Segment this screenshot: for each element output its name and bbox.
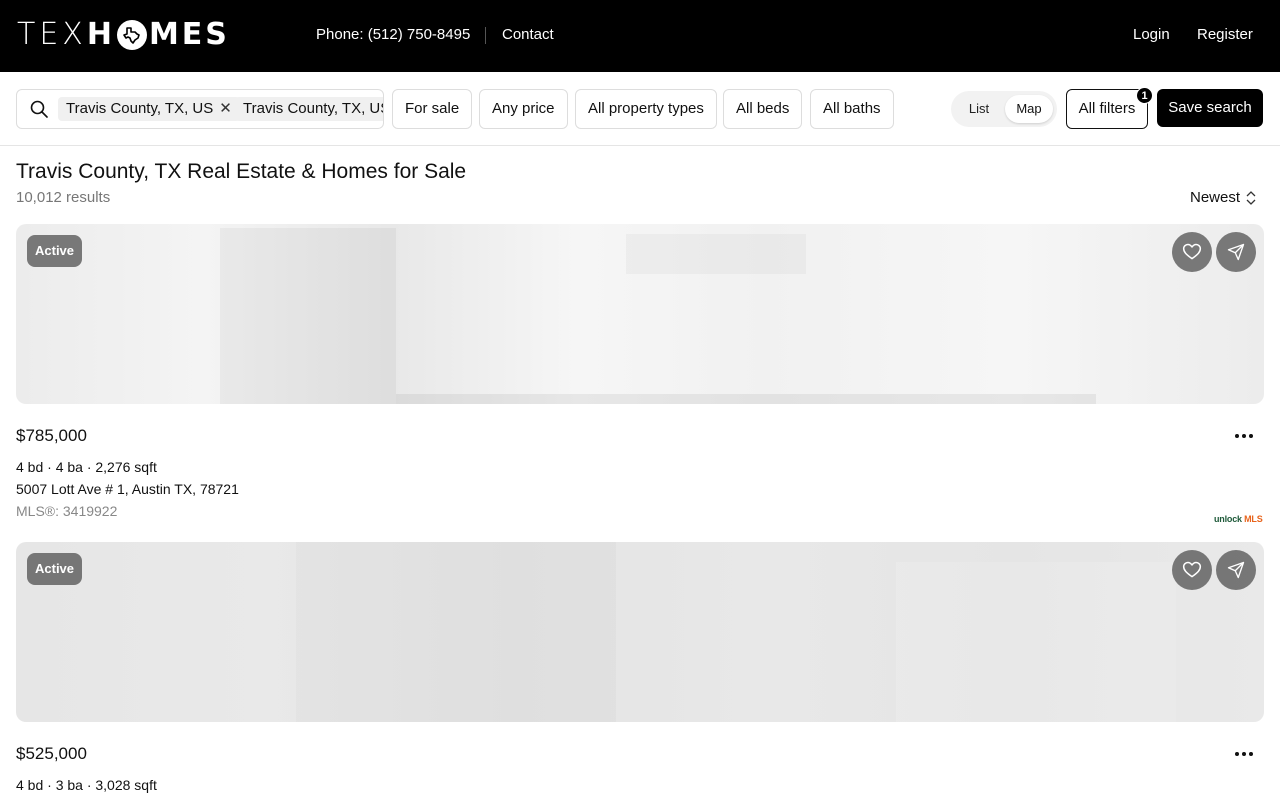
- send-icon: [1227, 561, 1245, 579]
- close-icon[interactable]: ✕: [219, 97, 232, 121]
- location-chip-label: Travis County, TX, US: [66, 100, 214, 117]
- register-link[interactable]: Register: [1197, 26, 1253, 43]
- sort-label: Newest: [1190, 189, 1241, 206]
- page-title: Travis County, TX Real Estate & Homes fo…: [16, 160, 467, 183]
- logo-homes-text: H MES: [87, 19, 230, 51]
- share-button[interactable]: [1216, 550, 1256, 590]
- heart-icon: [1182, 561, 1202, 578]
- phone-link[interactable]: Phone: (512) 750-8495: [316, 26, 470, 43]
- listing-specs: 4 bd · 3 ba · 3,028 sqft: [16, 777, 157, 793]
- sort-dropdown[interactable]: Newest: [1190, 189, 1256, 206]
- filter-bar: Travis County, TX, US ✕ Travis County, T…: [0, 72, 1280, 146]
- favorite-button[interactable]: [1172, 550, 1212, 590]
- listing-type-dropdown[interactable]: For sale: [392, 89, 473, 129]
- beds-dropdown[interactable]: All beds: [723, 89, 803, 129]
- more-options-icon[interactable]: [1234, 744, 1254, 764]
- map-view-button[interactable]: Map: [1005, 95, 1053, 123]
- location-chip[interactable]: Travis County, TX, US ✕: [58, 97, 240, 121]
- location-chip-label: Travis County, TX, US: [243, 100, 384, 117]
- logo-tex-text: TEX: [17, 17, 87, 52]
- send-icon: [1227, 243, 1245, 261]
- listing-price: $525,000: [16, 744, 87, 763]
- logo-mes: MES: [148, 17, 230, 52]
- logo-h: H: [86, 17, 115, 52]
- photo-detail: [220, 228, 396, 404]
- listing-photo[interactable]: Active: [16, 542, 1264, 722]
- baths-dropdown[interactable]: All baths: [810, 89, 894, 129]
- header-divider: [485, 27, 486, 44]
- favorite-button[interactable]: [1172, 232, 1212, 272]
- mls-provider-logo: unlock MLS: [1214, 514, 1263, 524]
- listing-specs: 4 bd · 4 ba · 2,276 sqft: [16, 459, 157, 475]
- listing-address[interactable]: 5007 Lott Ave # 1, Austin TX, 78721: [16, 481, 239, 497]
- texas-state-icon: [116, 20, 147, 50]
- photo-detail: [626, 234, 806, 274]
- list-view-button[interactable]: List: [955, 95, 1003, 123]
- filter-count-badge: 1: [1136, 87, 1153, 104]
- status-badge: Active: [27, 235, 83, 267]
- login-link[interactable]: Login: [1133, 26, 1170, 43]
- property-type-dropdown[interactable]: All property types: [575, 89, 717, 129]
- more-options-icon[interactable]: [1234, 426, 1254, 446]
- location-chip[interactable]: Travis County, TX, US: [235, 97, 384, 121]
- photo-detail: [896, 562, 1176, 722]
- status-badge: Active: [27, 553, 83, 585]
- photo-detail: [396, 394, 1096, 404]
- share-button[interactable]: [1216, 232, 1256, 272]
- photo-detail: [296, 542, 616, 722]
- contact-link[interactable]: Contact: [502, 26, 554, 43]
- listing-mls-number: MLS®: 3419922: [16, 503, 118, 519]
- view-toggle: List Map: [951, 91, 1057, 127]
- listing-photo[interactable]: Active: [16, 224, 1264, 404]
- price-dropdown[interactable]: Any price: [479, 89, 568, 129]
- save-search-button[interactable]: Save search: [1157, 89, 1263, 127]
- site-header: TEX H MES Phone: (512) 750-8495 Contact …: [0, 0, 1280, 72]
- results-count: 10,012 results: [16, 189, 111, 206]
- listing-price: $785,000: [16, 426, 87, 445]
- heart-icon: [1182, 243, 1202, 260]
- search-icon: [30, 100, 48, 118]
- location-search-input[interactable]: Travis County, TX, US ✕ Travis County, T…: [16, 89, 384, 129]
- texhomes-logo[interactable]: TEX H MES: [17, 19, 230, 51]
- sort-icon: [1246, 190, 1256, 205]
